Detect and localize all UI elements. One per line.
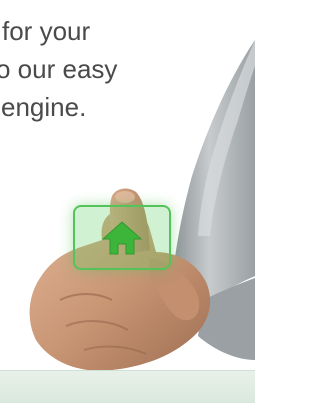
home-button[interactable] — [73, 205, 171, 270]
home-icon — [101, 220, 143, 254]
pointing-hand-photo — [29, 40, 255, 371]
footer-band — [0, 370, 255, 403]
hero-scene: for your o our easy engine. — [0, 0, 255, 403]
